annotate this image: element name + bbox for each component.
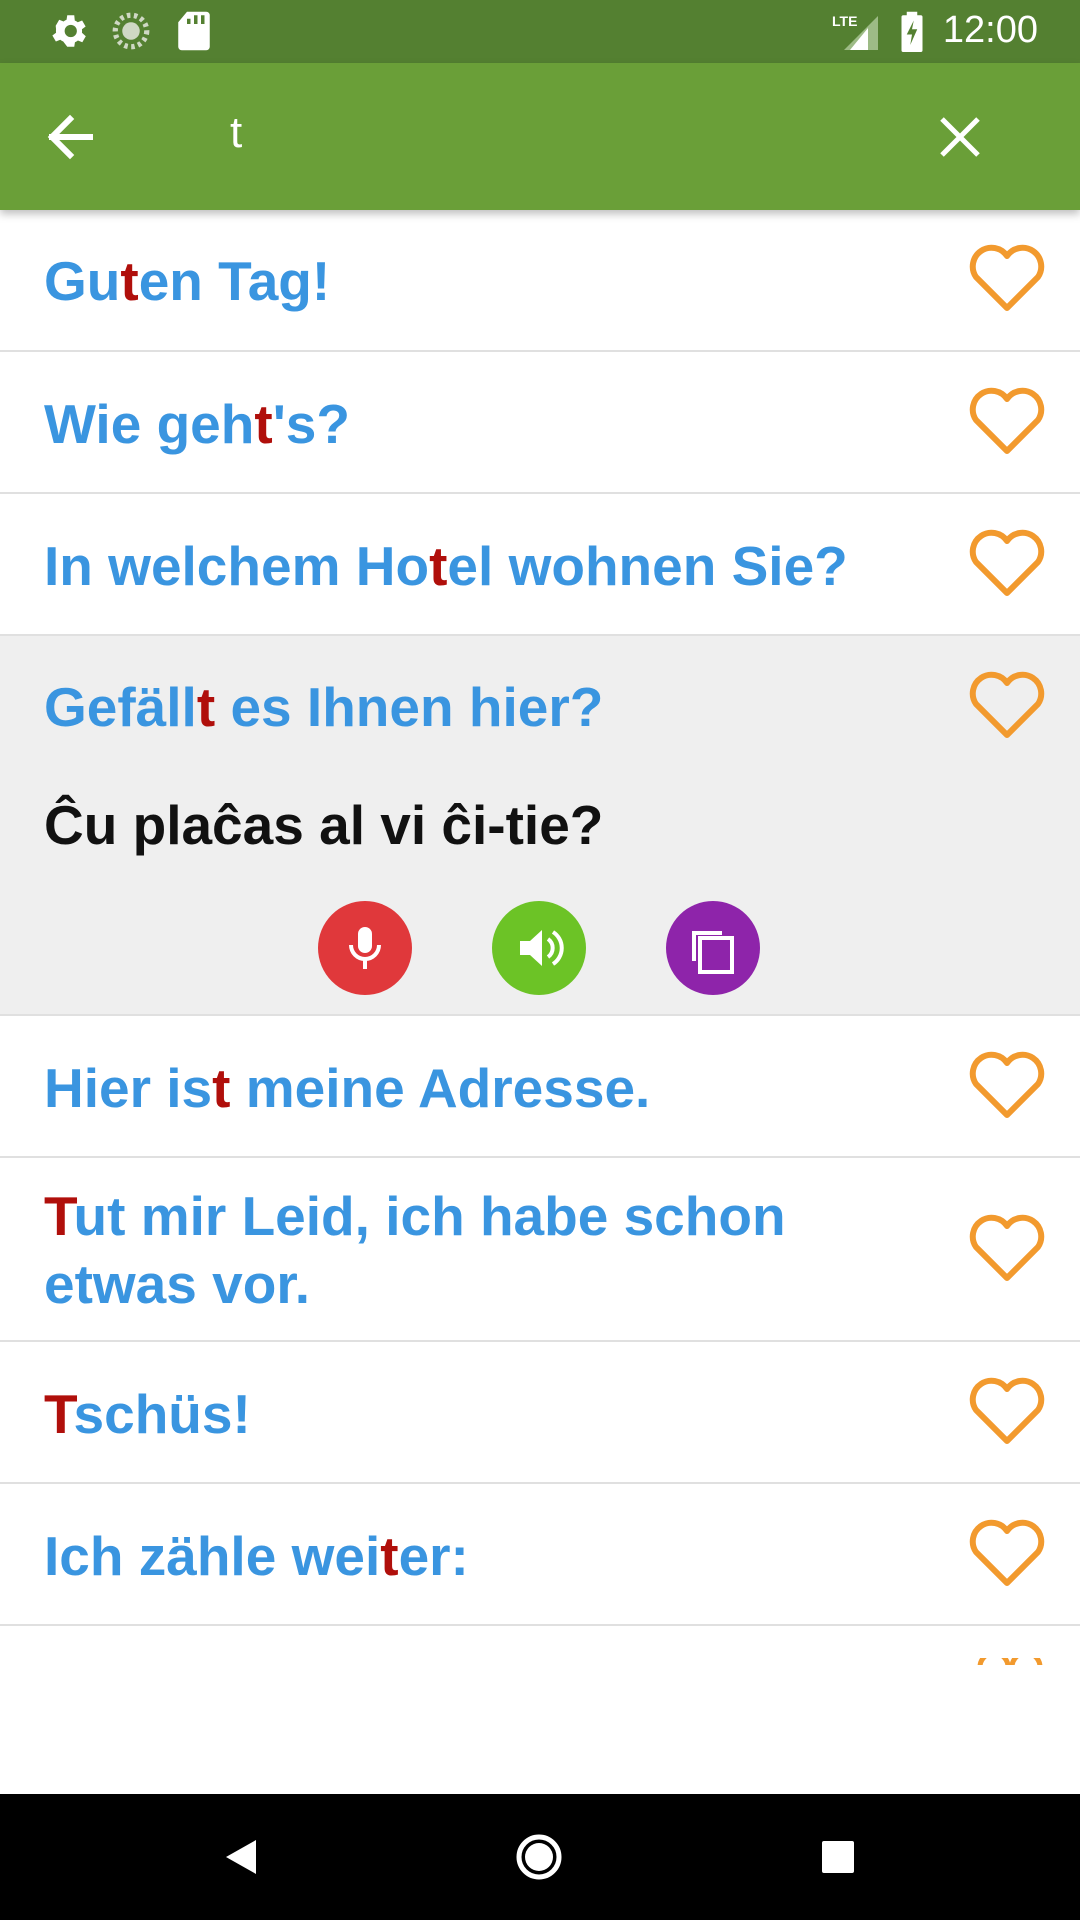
favorite-heart-icon[interactable] xyxy=(968,244,1046,314)
match-highlight: t xyxy=(120,250,139,312)
phrase-text: Hier ist meine Adresse. xyxy=(44,1057,651,1119)
phrase-text: In welchem Hotel wohnen Sie? xyxy=(44,535,848,597)
match-highlight: T xyxy=(44,1185,74,1247)
favorite-heart-icon[interactable] xyxy=(968,671,1046,741)
search-toolbar: t xyxy=(0,63,1080,210)
match-highlight: t xyxy=(380,1525,399,1587)
phrase-text: Wie geht's? xyxy=(44,393,350,455)
translation-text: Ĉu plaĉas al vi ĉi-tie? xyxy=(44,794,604,856)
favorite-heart-icon[interactable] xyxy=(968,387,1046,457)
recents-square-icon[interactable] xyxy=(758,1794,918,1920)
match-highlight: t xyxy=(212,1057,231,1119)
list-item[interactable]: Tut mir Leid, ich habe schon etwas vor. xyxy=(0,1158,1080,1342)
list-item[interactable]: In welchem Hotel wohnen Sie? xyxy=(0,494,1080,636)
favorite-heart-icon[interactable] xyxy=(968,1377,1046,1447)
phrase-text: Guten Tag! xyxy=(44,250,331,312)
clock: 12:00 xyxy=(942,9,1038,51)
phrase-text: Ich zähle weiter: xyxy=(44,1525,469,1587)
favorite-heart-icon[interactable] xyxy=(968,1519,1046,1589)
list-item[interactable]: Guten Tag! xyxy=(0,210,1080,352)
back-arrow-icon[interactable] xyxy=(40,107,106,167)
phrase-text: Tschüs! xyxy=(44,1383,251,1445)
navigation-bar xyxy=(0,1794,1080,1920)
copy-button[interactable] xyxy=(666,901,760,995)
list-item[interactable]: Wie geht's? xyxy=(0,352,1080,494)
phrase-text: Tut mir Leid, ich habe schon etwas vor. xyxy=(44,1185,786,1315)
partial-heart-icon xyxy=(975,1655,1045,1665)
signal-icon: LTE xyxy=(830,12,882,57)
list-item[interactable]: Hier ist meine Adresse. xyxy=(0,1016,1080,1158)
settings-icon xyxy=(48,10,90,57)
speaker-icon xyxy=(520,930,564,966)
favorite-heart-icon[interactable] xyxy=(968,1051,1046,1121)
close-icon[interactable] xyxy=(930,107,990,167)
status-bar: LTE 12:00 xyxy=(0,0,1080,63)
list-item[interactable]: Tschüs! xyxy=(0,1342,1080,1484)
home-circle-icon[interactable] xyxy=(460,1794,620,1920)
match-highlight: t xyxy=(429,535,448,597)
match-highlight: t xyxy=(254,393,273,455)
phrase-list: Guten Tag! Wie geht's? In welchem Hotel … xyxy=(0,210,1080,1626)
match-highlight: t xyxy=(196,676,216,738)
record-button[interactable] xyxy=(318,901,412,995)
favorite-heart-icon[interactable] xyxy=(968,529,1046,599)
match-highlight: T xyxy=(44,1383,74,1445)
phrase-text: Gefällt es Ihnen hier? xyxy=(44,676,604,738)
battery-charging-icon xyxy=(898,10,926,57)
sd-card-icon xyxy=(176,10,212,57)
svg-text:LTE: LTE xyxy=(832,13,857,29)
back-triangle-icon[interactable] xyxy=(160,1794,320,1920)
microphone-icon xyxy=(349,927,381,969)
sync-icon xyxy=(110,10,152,57)
copy-icon xyxy=(692,931,734,974)
search-input[interactable]: t xyxy=(230,108,242,158)
list-item-expanded[interactable]: Gefällt es Ihnen hier? Ĉu plaĉas al vi ĉ… xyxy=(0,636,1080,1016)
favorite-heart-icon[interactable] xyxy=(968,1214,1046,1284)
list-item[interactable]: Ich zähle weiter: xyxy=(0,1484,1080,1626)
speak-button[interactable] xyxy=(492,901,586,995)
